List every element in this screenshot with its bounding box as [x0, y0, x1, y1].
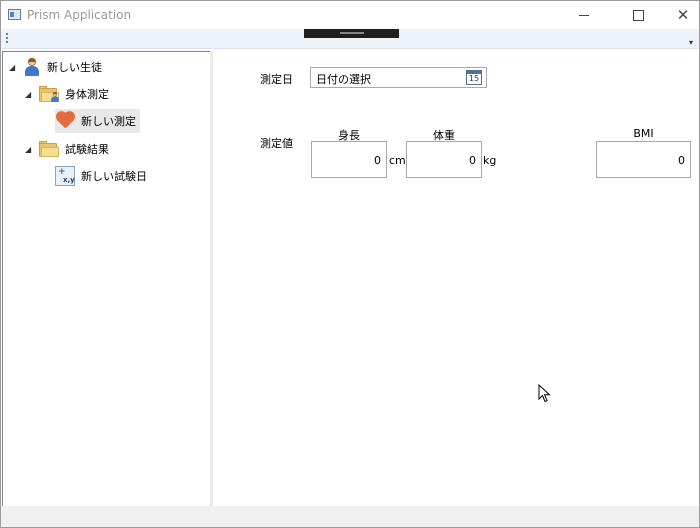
- height-input[interactable]: 0: [311, 141, 387, 178]
- bmi-output: 0: [596, 141, 691, 178]
- tree-node-new-student[interactable]: 新しい生徒: [23, 55, 102, 79]
- navigation-tree: ◢ 新しい生徒 ◢ 身体測定 新しい測定 ◢ 試験結果 + x,y 新しい試験日: [2, 51, 211, 507]
- window-title: Prism Application: [27, 8, 132, 22]
- weight-input[interactable]: 0: [406, 141, 482, 178]
- tree-node-label: 身体測定: [65, 88, 109, 101]
- tree-node-label: 新しい生徒: [47, 61, 102, 74]
- toolbar-overflow-icon[interactable]: ▾: [689, 38, 693, 47]
- bmi-value: 0: [678, 154, 685, 167]
- tree-node-label: 新しい試験日: [81, 170, 147, 183]
- mouse-cursor-icon: [538, 384, 551, 403]
- date-picker[interactable]: 日付の選択 15: [310, 67, 487, 88]
- expander-root-icon[interactable]: ◢: [9, 63, 15, 72]
- formula-doc-icon: + x,y: [55, 166, 75, 186]
- maximize-button[interactable]: [615, 1, 661, 29]
- folder-icon: [39, 140, 59, 158]
- minimize-button[interactable]: [561, 1, 607, 29]
- minimize-icon: [579, 14, 589, 16]
- heart-icon: [55, 112, 75, 130]
- measurement-values-label: 測定値: [260, 137, 293, 150]
- student-icon: [23, 58, 41, 76]
- drag-handle[interactable]: [304, 29, 399, 38]
- tree-node-new-measurement[interactable]: 新しい測定: [55, 109, 140, 133]
- bmi-header: BMI: [633, 127, 654, 140]
- measurement-date-label: 測定日: [260, 73, 293, 86]
- tree-node-exam-results[interactable]: 試験結果: [39, 137, 109, 161]
- calendar-icon[interactable]: 15: [466, 70, 482, 85]
- app-window-icon: [8, 9, 21, 20]
- close-icon: ✕: [676, 5, 690, 24]
- expander-exam-results-icon[interactable]: ◢: [25, 145, 31, 154]
- app-window: Prism Application ✕ ▾ ◢ 新しい生徒 ◢ 身体測定 新しい…: [0, 0, 700, 528]
- expander-body-measure-icon[interactable]: ◢: [25, 90, 31, 99]
- tree-node-body-measurement[interactable]: 身体測定: [39, 82, 109, 106]
- toolbar-grip-icon[interactable]: [6, 33, 8, 43]
- tree-node-label: 新しい測定: [81, 115, 136, 128]
- date-picker-placeholder: 日付の選択: [316, 73, 371, 86]
- maximize-icon: [632, 9, 644, 21]
- folder-icon: [39, 85, 59, 103]
- height-unit: cm: [389, 154, 406, 167]
- tree-node-label: 試験結果: [65, 143, 109, 156]
- title-bar[interactable]: Prism Application ✕: [1, 1, 699, 29]
- weight-value: 0: [469, 154, 476, 167]
- toolbar: ▾: [1, 29, 699, 49]
- panel-splitter[interactable]: [210, 51, 213, 506]
- close-button[interactable]: ✕: [660, 1, 700, 29]
- tree-node-new-exam-date[interactable]: + x,y 新しい試験日: [55, 164, 147, 188]
- height-value: 0: [374, 154, 381, 167]
- weight-unit: kg: [483, 154, 497, 167]
- status-bar: [1, 506, 699, 527]
